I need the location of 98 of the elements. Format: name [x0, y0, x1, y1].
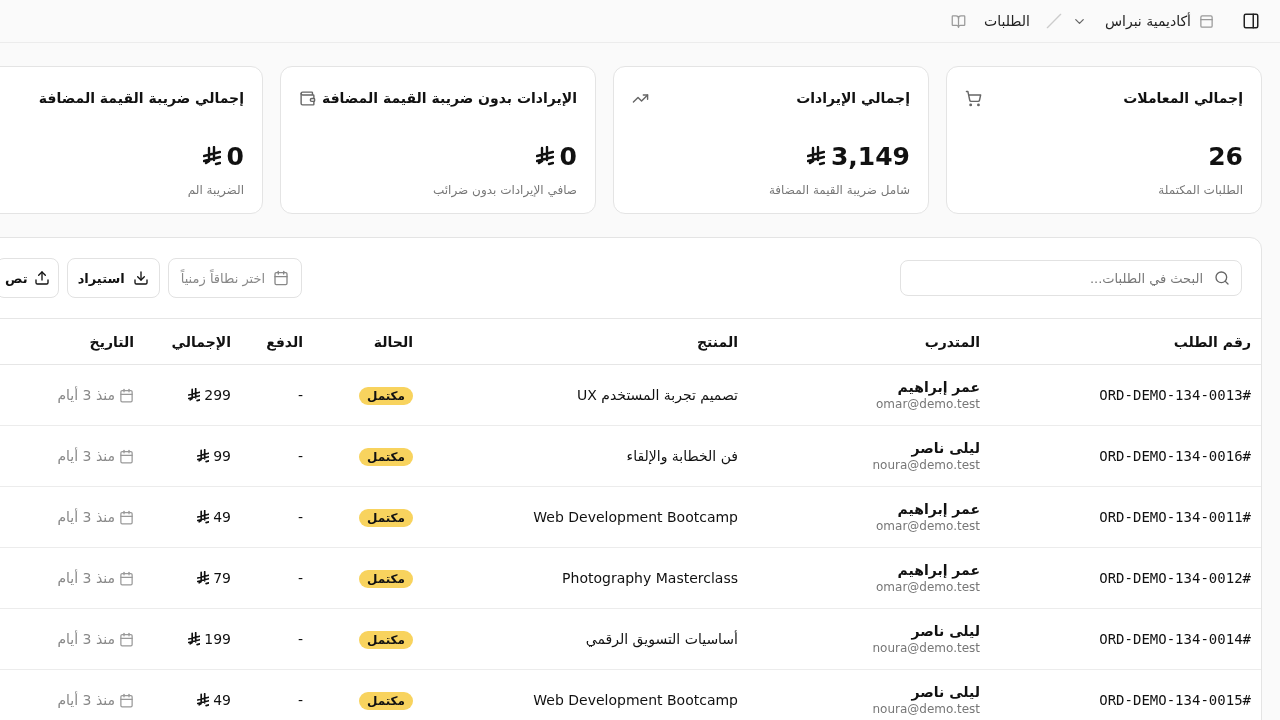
order-date: منذ 3 أيام	[57, 448, 115, 464]
stat-value: 0	[226, 141, 244, 171]
stat-subtitle: صافي الإيرادات بدون ضرائب	[432, 183, 577, 197]
cart-icon	[965, 89, 982, 107]
calendar-icon	[119, 692, 134, 708]
total-amount: 79	[213, 570, 231, 586]
order-number: #ORD-DEMO-134-0013	[1099, 387, 1251, 403]
column-header: المنتج	[423, 319, 748, 365]
payment-text: -	[297, 509, 303, 525]
payment-text: -	[297, 570, 303, 586]
column-header: الدفع	[241, 319, 313, 365]
riyal-sign-icon	[806, 146, 825, 166]
total-amount: 49	[213, 509, 231, 525]
order-date: منذ 3 أيام	[57, 509, 115, 525]
column-header: التاريخ	[0, 319, 144, 365]
riyal-sign-icon	[196, 510, 210, 524]
search-field[interactable]: البحث في الطلبات...	[900, 260, 1242, 296]
stat-title: إجمالي ضريبة القيمة المضافة	[38, 90, 244, 106]
total-amount: 199	[204, 631, 231, 647]
stat-title: إجمالي المعاملات	[1123, 90, 1243, 106]
riyal-sign-icon	[187, 388, 201, 402]
trainee-email: omar@demo.test	[876, 397, 980, 411]
trainee-name: عمر إبراهيم	[897, 379, 980, 395]
payment-text: -	[297, 692, 303, 708]
trainee-name: ليلى ناصر	[911, 440, 980, 456]
order-date: منذ 3 أيام	[57, 387, 115, 403]
stat-value: 0	[559, 141, 577, 171]
payment-text: -	[297, 631, 303, 647]
status-badge: مكتمل	[358, 448, 413, 466]
total-amount: 49	[213, 692, 231, 708]
status-badge: مكتمل	[358, 509, 413, 527]
column-header: المتدرب	[748, 319, 990, 365]
trainee-email: noura@demo.test	[872, 458, 980, 472]
riyal-sign-icon	[196, 449, 210, 463]
product-name: Web Development Bootcamp	[533, 509, 738, 525]
breadcrumb-separator-icon	[1045, 13, 1062, 29]
product-name: أساسيات التسويق الرقمي	[585, 631, 738, 647]
trainee-name: ليلى ناصر	[911, 623, 980, 639]
status-badge: مكتمل	[358, 387, 413, 405]
trainee-name: عمر إبراهيم	[897, 501, 980, 517]
calendar-icon	[119, 387, 134, 403]
trainee-email: omar@demo.test	[876, 580, 980, 594]
order-date: منذ 3 أيام	[57, 570, 115, 586]
calendar-icon	[119, 631, 134, 647]
column-header: الحالة	[313, 319, 423, 365]
stat-subtitle: الطلبات المكتملة	[1157, 183, 1243, 197]
trainee-name: عمر إبراهيم	[897, 562, 980, 578]
riyal-sign-icon	[196, 693, 210, 707]
status-badge: مكتمل	[358, 692, 413, 710]
workspace-switcher[interactable]: أكاديمية نبراس	[1071, 13, 1214, 29]
order-number: #ORD-DEMO-134-0011	[1099, 509, 1251, 525]
stat-title: الإيرادات بدون ضريبة القيمة المضافة	[321, 90, 577, 106]
order-number: #ORD-DEMO-134-0014	[1099, 631, 1251, 647]
download-icon	[132, 270, 149, 286]
trainee-email: noura@demo.test	[872, 702, 980, 716]
product-name: Web Development Bootcamp	[533, 692, 738, 708]
book-icon	[951, 13, 966, 29]
product-name: Photography Masterclass	[562, 570, 738, 586]
calendar-icon	[119, 509, 134, 525]
riyal-sign-icon	[196, 571, 210, 585]
calendar-icon	[119, 570, 134, 586]
order-date: منذ 3 أيام	[57, 692, 115, 708]
wallet-icon	[299, 89, 316, 107]
breadcrumb-link[interactable]: الطلبات	[951, 13, 1030, 29]
order-number: #ORD-DEMO-134-0015	[1099, 692, 1251, 708]
product-name: فن الخطابة والإلقاء	[626, 448, 738, 464]
calendar-icon	[119, 448, 134, 464]
stat-subtitle: الضريبة الم	[186, 183, 244, 197]
sidebar-toggle-button[interactable]	[1242, 12, 1260, 30]
trainee-email: noura@demo.test	[872, 641, 980, 655]
stat-title: إجمالي الإيرادات	[796, 90, 910, 106]
calendar-icon	[273, 270, 290, 286]
riyal-sign-icon	[535, 146, 554, 166]
layout-icon	[1199, 13, 1214, 29]
payment-text: -	[297, 387, 303, 403]
payment-text: -	[297, 448, 303, 464]
search-icon	[1214, 270, 1230, 286]
column-header: رقم الطلب	[990, 319, 1261, 365]
status-badge: مكتمل	[358, 570, 413, 588]
import-button[interactable]: استيراد	[66, 258, 160, 298]
riyal-sign-icon	[202, 146, 221, 166]
riyal-sign-icon	[187, 632, 201, 646]
column-header: الإجمالي	[144, 319, 241, 365]
order-number: #ORD-DEMO-134-0016	[1099, 448, 1251, 464]
trainee-name: ليلى ناصر	[911, 684, 980, 700]
stat-subtitle: شامل ضريبة القيمة المضافة	[767, 183, 910, 197]
trainee-email: omar@demo.test	[876, 519, 980, 533]
order-date: منذ 3 أيام	[57, 631, 115, 647]
stat-value: 3,149	[830, 141, 910, 171]
upload-icon	[33, 270, 50, 286]
total-amount: 99	[213, 448, 231, 464]
export-button[interactable]: تص	[0, 258, 59, 298]
total-amount: 299	[204, 387, 231, 403]
status-badge: مكتمل	[358, 631, 413, 649]
date-range-picker[interactable]: اختر نطاقاً زمنياً	[167, 258, 303, 298]
product-name: تصميم تجربة المستخدم UX	[577, 387, 738, 403]
stat-value: 26	[1208, 141, 1243, 171]
order-number: #ORD-DEMO-134-0012	[1099, 570, 1251, 586]
